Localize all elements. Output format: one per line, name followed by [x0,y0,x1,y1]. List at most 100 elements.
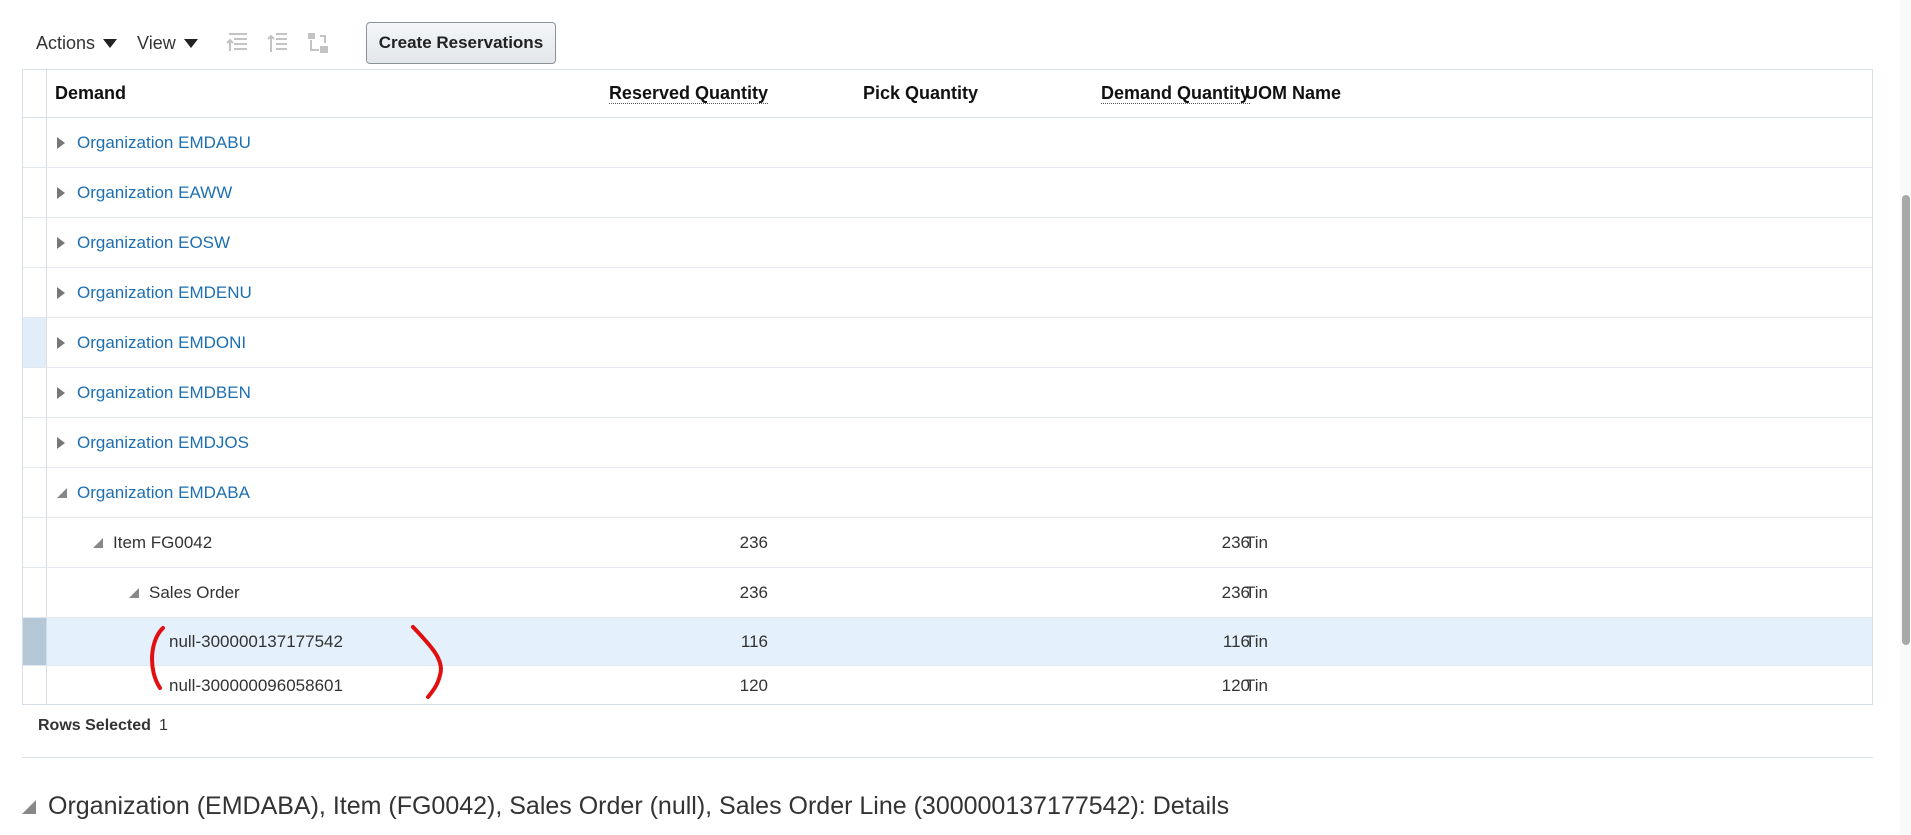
col-uom-name[interactable]: UOM Name [1245,83,1341,104]
row-selector[interactable] [23,118,47,167]
table-row[interactable]: Organization EOSW [23,218,1872,268]
table-row[interactable]: Organization EMDONI [23,318,1872,368]
reserved-quantity-cell: 236 [739,532,768,552]
uom-cell: Tin [1245,675,1268,695]
table-row[interactable]: Organization EMDABU [23,118,1872,168]
selector-header [23,70,47,117]
table-row[interactable]: null-300000096058601 120 120 Tin [23,666,1872,704]
organization-link[interactable]: Organization EMDABU [77,133,251,152]
expand-all-icon[interactable] [226,31,250,55]
demand-label: null-300000137177542 [169,631,343,651]
row-selector[interactable] [23,468,47,517]
demand-cell: Organization EMDONI [57,333,246,353]
demand-cell: Organization EAWW [57,183,232,203]
table-header: Demand Reserved Quantity Pick Quantity D… [23,70,1872,118]
demand-label: Item FG0042 [113,532,213,552]
row-selector[interactable] [23,318,47,367]
col-demand[interactable]: Demand [55,83,126,104]
toolbar: Actions View Create Reservations [36,22,557,64]
row-selector[interactable] [23,168,47,217]
row-selector[interactable] [23,268,47,317]
expand-triangle-icon[interactable] [57,387,65,400]
expand-triangle-icon[interactable] [57,287,65,300]
demand-label: Sales Order [149,582,240,602]
organization-link[interactable]: Organization EOSW [77,233,230,252]
demand-cell: Item FG0042 [93,533,212,553]
expand-triangle-icon[interactable] [57,187,65,200]
table-row[interactable]: Sales Order 236 236 Tin [23,568,1872,618]
scrollbar[interactable] [1900,0,1911,835]
uom-cell: Tin [1245,532,1268,552]
demand-quantity-cell: 236 [1221,532,1250,552]
rows-selected: Rows Selected 1 [38,717,168,735]
actions-menu[interactable]: Actions [36,32,118,54]
demand-cell: Organization EMDABA [57,483,250,503]
caret-down-icon [103,38,118,48]
demand-cell: Organization EOSW [57,233,230,253]
row-selector[interactable] [23,518,47,567]
col-pick-quantity[interactable]: Pick Quantity [863,83,978,104]
demand-quantity-cell: 120 [1221,675,1250,695]
rows-selected-label: Rows Selected [38,717,151,734]
collapse-triangle-icon[interactable] [22,799,36,814]
organization-link[interactable]: Organization EMDONI [77,333,246,352]
reserved-quantity-cell: 116 [740,631,768,651]
col-demand-qty-label: Demand Quantity [1100,83,1250,104]
details-header[interactable]: Organization (EMDABA), Item (FG0042), Sa… [22,792,1229,821]
demand-label: null-300000096058601 [169,675,343,695]
organization-link[interactable]: Organization EMDJOS [77,433,249,452]
organization-link[interactable]: Organization EMDABA [77,483,250,502]
demand-cell: Sales Order [129,583,240,603]
demand-cell: Organization EMDJOS [57,433,249,453]
row-selector[interactable] [23,418,47,467]
col-demand-quantity[interactable]: Demand Quantity [1063,83,1250,104]
demand-cell: Organization EMDBEN [57,383,251,403]
col-reserved-quantity[interactable]: Reserved Quantity [573,83,768,104]
demand-quantity-cell: 116 [1222,631,1250,651]
expand-triangle-icon[interactable] [57,237,65,250]
table-row[interactable]: Item FG0042 236 236 Tin [23,518,1872,568]
organization-link[interactable]: Organization EAWW [77,183,232,202]
row-selector[interactable] [23,666,47,704]
expand-triangle-icon[interactable] [57,437,65,450]
actions-label: Actions [36,32,96,53]
organization-link[interactable]: Organization EMDBEN [77,383,251,402]
row-selector[interactable] [23,618,47,665]
collapse-all-icon[interactable] [266,31,290,55]
row-selector[interactable] [23,568,47,617]
view-menu[interactable]: View [137,33,198,54]
divider [22,757,1873,758]
expand-triangle-icon[interactable] [57,137,65,150]
collapse-triangle-icon[interactable] [129,588,139,599]
table-row[interactable]: Organization EAWW [23,168,1872,218]
table-row[interactable]: Organization EMDABA [23,468,1872,518]
table-row[interactable]: Organization EMDENU [23,268,1872,318]
row-selector[interactable] [23,218,47,267]
col-reserved-label: Reserved Quantity [608,83,768,104]
row-selector[interactable] [23,368,47,417]
table-row[interactable]: Organization EMDBEN [23,368,1872,418]
demand-cell: null-300000096058601 [169,676,343,696]
view-label: View [137,32,176,53]
reserved-quantity-cell: 120 [739,675,768,695]
create-reservations-button[interactable]: Create Reservations [365,22,557,64]
demand-cell: Organization EMDENU [57,283,252,303]
organization-link[interactable]: Organization EMDENU [77,283,252,302]
uom-cell: Tin [1245,631,1268,651]
expand-triangle-icon[interactable] [57,337,65,350]
demand-tree-table: Demand Reserved Quantity Pick Quantity D… [22,69,1873,705]
caret-down-icon [183,38,198,48]
reserved-quantity-cell: 236 [739,582,768,602]
hierarchy-icon[interactable] [306,31,330,55]
collapse-triangle-icon[interactable] [57,488,67,499]
demand-quantity-cell: 236 [1221,582,1250,602]
collapse-triangle-icon[interactable] [93,538,103,549]
rows-selected-value: 1 [158,717,168,734]
demand-cell: Organization EMDABU [57,133,251,153]
demand-cell: null-300000137177542 [169,632,343,652]
scrollbar-thumb[interactable] [1902,195,1910,645]
table-row[interactable]: null-300000137177542 116 116 Tin [23,618,1872,666]
uom-cell: Tin [1245,582,1268,602]
details-title: Organization (EMDABA), Item (FG0042), Sa… [48,792,1230,820]
table-row[interactable]: Organization EMDJOS [23,418,1872,468]
